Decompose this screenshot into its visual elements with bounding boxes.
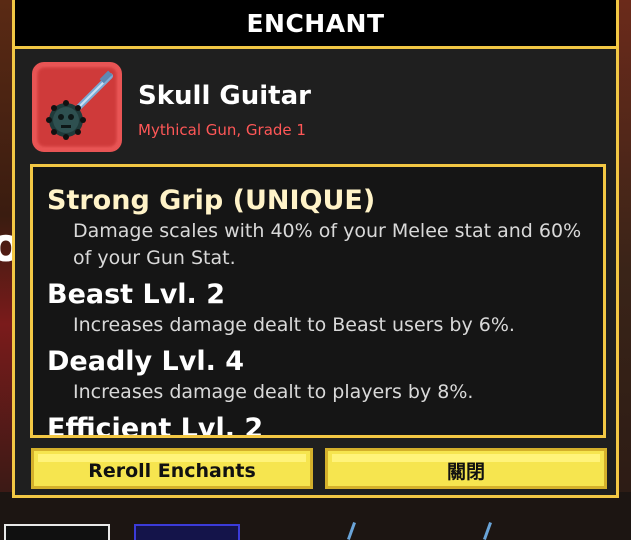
panel-title: ENCHANT: [246, 8, 385, 38]
enchant-panel: ENCHANT Skull Guitar Mythical Gun, Grade…: [12, 0, 619, 498]
item-rarity-grade: Mythical Gun, Grade 1: [138, 121, 306, 139]
enchant-description: Increases damage dealt to players by 8%.: [73, 381, 474, 403]
close-label: 關閉: [446, 461, 485, 483]
enchant-description: Damage scales with 40% of your Melee sta…: [73, 220, 582, 269]
hotbar-slot-1[interactable]: [4, 524, 110, 540]
item-name: Skull Guitar: [138, 81, 311, 111]
enchant-title: Strong Grip (UNIQUE): [47, 185, 376, 216]
skull-guitar-icon: [32, 62, 122, 152]
reroll-enchants-label: Reroll Enchants: [88, 459, 256, 482]
hotbar-slot-2[interactable]: [134, 524, 240, 540]
close-button[interactable]: 關閉: [325, 448, 607, 489]
enchant-title: Deadly Lvl. 4: [47, 346, 245, 377]
enchant-title: Efficient Lvl. 2: [47, 413, 264, 438]
enchant-list: Strong Grip (UNIQUE) Damage scales with …: [47, 184, 587, 438]
title-bar: ENCHANT: [15, 0, 616, 49]
enchant-title: Beast Lvl. 2: [47, 279, 225, 310]
reroll-enchants-button[interactable]: Reroll Enchants: [31, 448, 313, 489]
enchant-description: Increases damage dealt to Beast users by…: [73, 314, 515, 336]
enchant-list-box[interactable]: Strong Grip (UNIQUE) Damage scales with …: [30, 164, 606, 438]
